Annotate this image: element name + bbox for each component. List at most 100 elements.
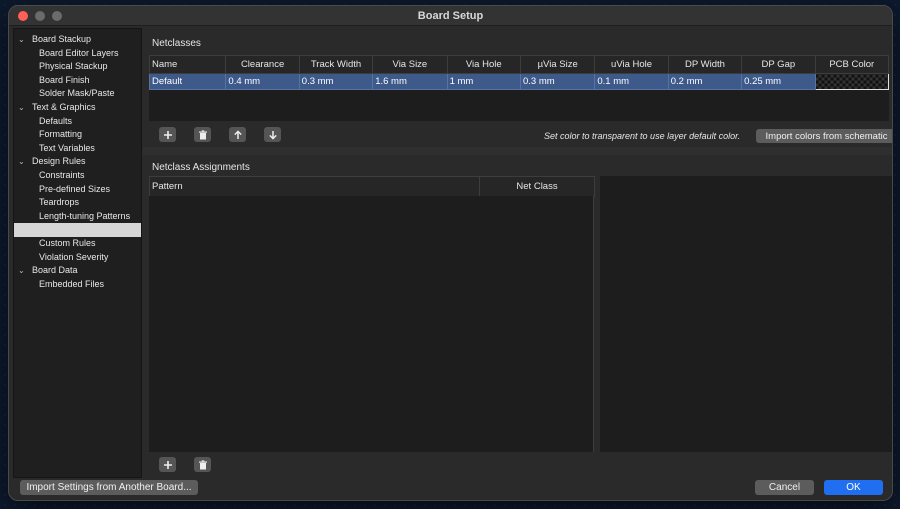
settings-tree: ⌄ Board Stackup Board Editor Layers Physi… xyxy=(13,28,142,478)
netclasses-toolbar xyxy=(159,127,281,142)
column-header-uvia-hole[interactable]: uVia Hole xyxy=(594,55,669,74)
add-icon xyxy=(163,130,172,139)
column-header-net-class[interactable]: Net Class xyxy=(479,176,595,197)
column-header-dp-gap[interactable]: DP Gap xyxy=(741,55,816,74)
tree-item-physical-stackup[interactable]: Physical Stackup xyxy=(14,60,141,74)
delete-assignment-button[interactable] xyxy=(194,457,211,472)
window-title: Board Setup xyxy=(417,9,484,22)
column-header-pcb-color[interactable]: PCB Color xyxy=(814,55,890,74)
tree-label: Board Finish xyxy=(39,74,90,85)
tree-label: Board Stackup xyxy=(32,34,92,44)
chevron-down-icon[interactable]: ⌄ xyxy=(18,155,25,169)
netclasses-header-row: Name Clearance Track Width Via Size Via … xyxy=(148,55,890,74)
tree-group-text-graphics[interactable]: ⌄ Text & Graphics xyxy=(14,101,141,115)
ok-button[interactable]: OK xyxy=(824,480,883,495)
add-assignment-button[interactable] xyxy=(159,457,176,472)
tree-label: Constraints xyxy=(39,169,85,180)
add-icon xyxy=(163,460,172,469)
tree-label: Design Rules xyxy=(32,156,86,167)
column-header-via-size[interactable]: Via Size xyxy=(372,55,448,74)
tree-label: Board Data xyxy=(32,265,78,276)
cell-dp-width[interactable]: 0.2 mm xyxy=(667,73,743,90)
net-classes-panel: Netclasses Name Clearance Track Width Vi… xyxy=(143,27,892,476)
transparent-color-hint: Set color to transparent to use layer de… xyxy=(544,131,741,141)
cell-clearance[interactable]: 0.4 mm xyxy=(225,73,300,90)
tree-label: Violation Severity xyxy=(39,251,109,262)
tree-item-custom-rules[interactable]: Custom Rules xyxy=(14,237,141,251)
tree-item-teardrops[interactable]: Teardrops xyxy=(14,196,141,210)
assignments-preview-pane xyxy=(600,176,892,452)
cell-pcb-color-swatch[interactable] xyxy=(814,73,890,90)
tree-group-board-data[interactable]: ⌄ Board Data xyxy=(14,264,141,278)
tree-item-constraints[interactable]: Constraints xyxy=(14,169,141,183)
cell-name[interactable]: Default xyxy=(148,73,227,90)
tree-item-violation-severity[interactable]: Violation Severity xyxy=(14,251,141,265)
delete-netclass-button[interactable] xyxy=(194,127,211,142)
column-header-via-hole[interactable]: Via Hole xyxy=(446,55,521,74)
section-divider xyxy=(143,147,892,155)
tree-item-board-editor-layers[interactable]: Board Editor Layers xyxy=(14,47,141,61)
tree-item-net-classes[interactable]: Net Classes xyxy=(14,223,141,237)
assignments-table: Pattern Net Class xyxy=(149,176,595,197)
tree-group-board-stackup[interactable]: ⌄ Board Stackup xyxy=(14,33,141,47)
column-header-track-width[interactable]: Track Width xyxy=(298,55,374,74)
cancel-button[interactable]: Cancel xyxy=(755,480,814,495)
move-down-icon xyxy=(268,130,277,140)
tree-label: Solder Mask/Paste xyxy=(39,88,115,99)
column-header-name[interactable]: Name xyxy=(148,55,227,74)
cell-uvia-hole[interactable]: 0.1 mm xyxy=(594,73,669,90)
column-header-pattern[interactable]: Pattern xyxy=(149,176,480,197)
titlebar: Board Setup xyxy=(9,6,892,26)
netclasses-heading: Netclasses xyxy=(152,38,201,49)
delete-icon xyxy=(198,129,207,139)
column-header-uvia-size[interactable]: µVia Size xyxy=(519,55,596,74)
minimize-window-button[interactable] xyxy=(35,11,45,21)
assignments-list[interactable] xyxy=(149,196,594,452)
tree-item-board-finish[interactable]: Board Finish xyxy=(14,74,141,88)
tree-label: Defaults xyxy=(39,115,73,126)
tree-group-design-rules[interactable]: ⌄ Design Rules xyxy=(14,155,141,169)
tree-item-predefined-sizes[interactable]: Pre-defined Sizes xyxy=(14,183,141,197)
tree-label: Length-tuning Patterns xyxy=(39,210,131,221)
tree-item-defaults[interactable]: Defaults xyxy=(14,115,141,129)
add-netclass-button[interactable] xyxy=(159,127,176,142)
zoom-window-button[interactable] xyxy=(52,11,62,21)
netclasses-table: Name Clearance Track Width Via Size Via … xyxy=(148,55,890,90)
import-settings-button[interactable]: Import Settings from Another Board... xyxy=(20,480,198,495)
cell-uvia-size[interactable]: 0.3 mm xyxy=(519,73,596,90)
tree-label: Physical Stackup xyxy=(39,61,108,72)
tree-label: Teardrops xyxy=(39,197,80,208)
cell-track-width[interactable]: 0.3 mm xyxy=(298,73,374,90)
tree-item-embedded-files[interactable]: Embedded Files xyxy=(14,278,141,292)
tree-label: Text Variables xyxy=(39,142,95,153)
move-down-button[interactable] xyxy=(264,127,281,142)
cell-via-hole[interactable]: 1 mm xyxy=(446,73,521,90)
column-header-dp-width[interactable]: DP Width xyxy=(667,55,743,74)
tree-item-formatting[interactable]: Formatting xyxy=(14,128,141,142)
tree-item-text-variables[interactable]: Text Variables xyxy=(14,142,141,156)
tree-label: Formatting xyxy=(39,129,83,140)
chevron-down-icon[interactable]: ⌄ xyxy=(18,33,25,47)
table-row[interactable]: Default 0.4 mm 0.3 mm 1.6 mm 1 mm 0.3 mm… xyxy=(148,73,890,90)
column-header-clearance[interactable]: Clearance xyxy=(225,55,300,74)
tree-item-solder-mask-paste[interactable]: Solder Mask/Paste xyxy=(14,87,141,101)
tree-label: Text & Graphics xyxy=(32,101,96,112)
cell-via-size[interactable]: 1.6 mm xyxy=(372,73,448,90)
netclass-assignments-heading: Netclass Assignments xyxy=(152,162,250,173)
tree-label: Custom Rules xyxy=(39,237,96,248)
board-setup-dialog: Board Setup ⌄ Board Stackup Board Editor … xyxy=(8,5,893,501)
move-up-button[interactable] xyxy=(229,127,246,142)
tree-label: Board Editor Layers xyxy=(39,47,119,58)
delete-icon xyxy=(198,459,207,469)
assignments-header-row: Pattern Net Class xyxy=(149,176,595,197)
tree-label: Pre-defined Sizes xyxy=(39,183,111,194)
close-window-button[interactable] xyxy=(18,11,28,21)
tree-item-length-tuning-patterns[interactable]: Length-tuning Patterns xyxy=(14,210,141,224)
window-controls xyxy=(18,11,62,21)
import-colors-from-schematic-button[interactable]: Import colors from schematic xyxy=(756,129,892,143)
cell-dp-gap[interactable]: 0.25 mm xyxy=(741,73,816,90)
assignments-toolbar xyxy=(159,457,211,472)
move-up-icon xyxy=(233,129,242,139)
chevron-down-icon[interactable]: ⌄ xyxy=(18,101,25,115)
chevron-down-icon[interactable]: ⌄ xyxy=(18,264,25,278)
